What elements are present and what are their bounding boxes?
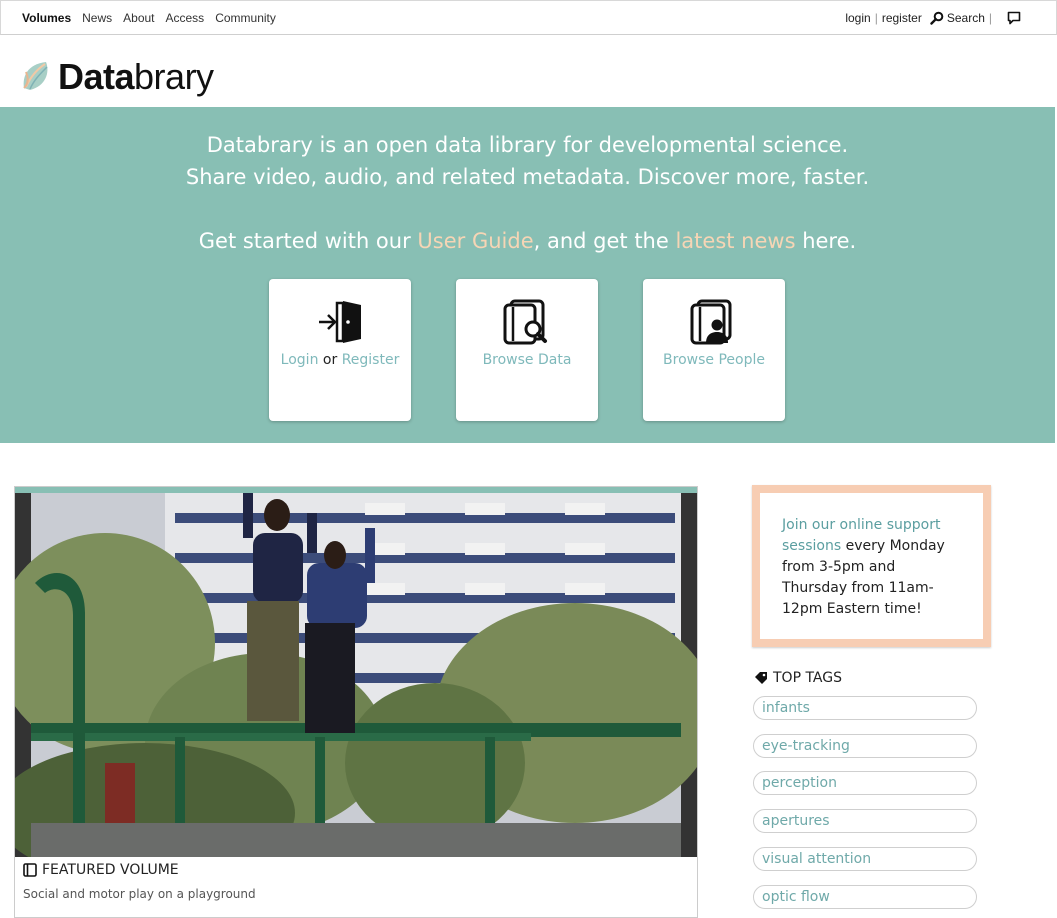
browse-data-icon — [503, 299, 547, 345]
login-link-card[interactable]: Login — [281, 352, 319, 368]
nav-community[interactable]: Community — [215, 11, 276, 25]
feedback-icon[interactable] — [1007, 11, 1021, 25]
main-menu: Volumes News About Access Community — [22, 11, 276, 25]
separator: | — [988, 11, 992, 25]
browse-people-card[interactable]: Browse People — [643, 279, 785, 421]
tag-pill[interactable]: infants — [753, 696, 977, 720]
leaf-logo-icon — [23, 62, 48, 90]
nav-volumes[interactable]: Volumes — [22, 11, 71, 25]
login-register-card[interactable]: Login or Register — [269, 279, 411, 421]
register-link[interactable]: register — [882, 11, 922, 25]
hero-line-2: Share video, audio, and related metadata… — [185, 165, 870, 189]
login-register-label: Login or Register — [280, 352, 400, 368]
nav-access[interactable]: Access — [166, 11, 205, 25]
tag-pill[interactable]: eye-tracking — [753, 734, 977, 758]
featured-volume-heading: FEATURED VOLUME — [23, 862, 179, 878]
browse-data-label: Browse Data — [482, 352, 572, 368]
tag-pill[interactable]: perception — [753, 771, 977, 795]
support-sessions-text: Join our online support sessions every M… — [760, 493, 983, 639]
browse-data-card[interactable]: Browse Data — [456, 279, 598, 421]
search-button[interactable]: Search — [930, 11, 985, 25]
top-nav: Volumes News About Access Community logi… — [0, 0, 1057, 35]
logo-text: Databrary — [58, 56, 214, 97]
latest-news-link[interactable]: latest news — [675, 229, 795, 253]
nav-news[interactable]: News — [82, 11, 112, 25]
support-sessions-box: Join our online support sessions every M… — [752, 485, 991, 647]
tag-pill[interactable]: apertures — [753, 809, 977, 833]
tag-icon — [755, 672, 767, 684]
register-link-card[interactable]: Register — [342, 352, 400, 368]
separator: | — [874, 11, 878, 25]
login-door-icon — [319, 301, 361, 343]
tag-pill[interactable]: optic flow — [753, 885, 977, 909]
nav-about[interactable]: About — [123, 11, 154, 25]
hero-line-1: Databrary is an open data library for de… — [206, 133, 849, 157]
hero-banner: Databrary is an open data library for de… — [0, 107, 1055, 443]
playground-photo — [15, 493, 697, 857]
browse-people-icon — [690, 299, 732, 345]
book-icon — [23, 863, 37, 877]
search-icon — [930, 11, 944, 25]
featured-volume[interactable]: FEATURED VOLUME Social and motor play on… — [14, 486, 698, 918]
login-link[interactable]: login — [845, 11, 870, 25]
site-logo[interactable]: Databrary — [20, 56, 214, 98]
top-tags-heading: TOP TAGS — [754, 670, 842, 686]
search-label: Search — [946, 11, 985, 25]
browse-people-label: Browse People — [663, 352, 765, 368]
user-menu: login | register Search | — [845, 11, 996, 25]
featured-volume-title[interactable]: Social and motor play on a playground — [23, 887, 256, 901]
hero-line-3: Get started with our User Guide, and get… — [198, 229, 857, 253]
user-guide-link[interactable]: User Guide — [417, 229, 533, 253]
tag-pill[interactable]: visual attention — [753, 847, 977, 871]
featured-video-thumbnail[interactable] — [15, 493, 697, 857]
